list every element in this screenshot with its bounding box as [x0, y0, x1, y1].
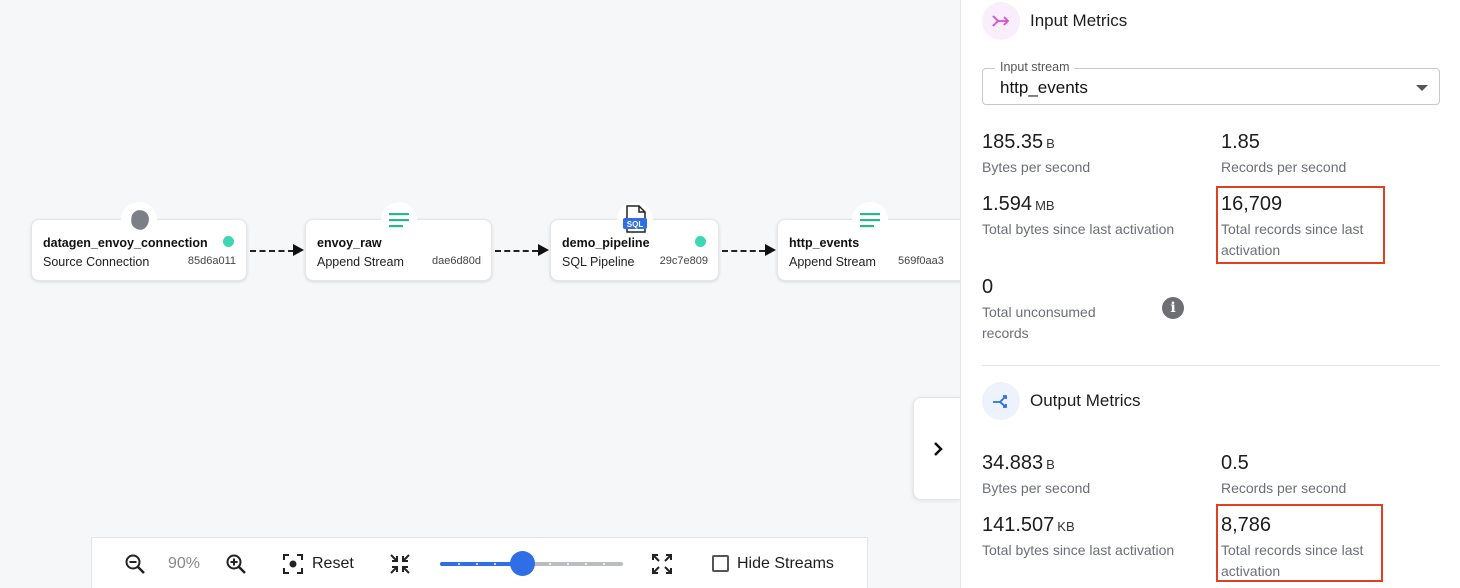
metric-value: 185.35 [982, 131, 1044, 153]
metric-unit: KB [1057, 519, 1075, 534]
metric-label: Records per second [1221, 480, 1347, 496]
hide-streams-toggle[interactable]: Hide Streams [712, 538, 834, 588]
input-stream-select[interactable]: Input stream http_events [982, 60, 1440, 105]
zoom-in-icon [226, 554, 246, 574]
arrow-head-icon [293, 244, 304, 256]
slider-tick [494, 563, 496, 565]
zoom-out-icon [125, 554, 145, 574]
expand-arrows-icon [652, 553, 672, 574]
node-title: demo_pipeline [562, 236, 650, 250]
input-stream-value: http_events [1000, 78, 1088, 97]
node-http-events[interactable]: http_events Append Stream 569f0aa3 [777, 202, 977, 281]
node-type: Append Stream [789, 255, 876, 269]
metric-value: 34.883 [982, 452, 1044, 474]
edge-dashed [250, 250, 294, 252]
node-type: Append Stream [317, 255, 404, 269]
slider-tick [603, 563, 605, 565]
metric-value: 0.5 [1221, 452, 1249, 474]
node-type: SQL Pipeline [562, 255, 635, 269]
slider-tick [585, 563, 587, 565]
node-title: datagen_envoy_connection [43, 236, 208, 250]
input-stream-label: Input stream [995, 60, 1075, 74]
output-total-bytes: 141.507 KB Total bytes since last activat… [982, 514, 1174, 561]
input-total-bytes: 1.594 MB Total bytes since last activatio… [982, 193, 1174, 240]
output-metrics-icon [982, 382, 1020, 420]
metric-label: Total bytes since last activation [982, 221, 1175, 237]
metric-value: 141.507 [982, 514, 1055, 536]
node-title: http_events [789, 236, 860, 250]
hide-streams-checkbox[interactable] [712, 555, 729, 572]
edge-dashed [495, 250, 538, 252]
metric-label: Total bytes since last activation [982, 542, 1175, 558]
node-id: dae6d80d [432, 255, 481, 267]
output-records-per-second: 0.5 Records per second [1221, 452, 1346, 499]
node-id: 569f0aa3 [898, 255, 944, 267]
info-icon[interactable]: i [1162, 297, 1184, 319]
slider-tick [458, 563, 460, 565]
highlight-box [1216, 504, 1383, 582]
hide-streams-label: Hide Streams [737, 554, 834, 572]
metrics-panel: Input Metrics Input stream http_events 1… [960, 0, 1460, 588]
slider-tick [549, 563, 551, 565]
input-bytes-per-second: 185.35 B Bytes per second [982, 131, 1090, 178]
input-metrics-header: Input Metrics [982, 2, 1127, 40]
metric-label: Records per second [1221, 159, 1347, 175]
zoom-out-button[interactable] [124, 538, 146, 588]
slider-thumb[interactable] [510, 551, 535, 576]
metric-value: 1.594 [982, 193, 1033, 215]
panel-collapse-button[interactable] [913, 397, 961, 500]
node-id: 85d6a011 [187, 255, 236, 267]
collapse-arrows-icon [390, 553, 410, 574]
reset-label: Reset [312, 554, 354, 572]
output-metrics-title: Output Metrics [1030, 391, 1141, 410]
node-id: 29c7e809 [659, 255, 708, 267]
zoom-in-button[interactable] [225, 538, 247, 588]
stream-icon [852, 202, 888, 238]
section-divider [982, 365, 1440, 366]
input-unconsumed-records: 0 Total unconsumed records [982, 276, 1142, 344]
status-dot [223, 236, 234, 247]
arrow-head-icon [538, 244, 549, 256]
reset-button[interactable]: Reset [282, 538, 354, 588]
slider-tick [476, 563, 478, 565]
edge-dashed [722, 250, 765, 252]
zoom-level: 90% [168, 554, 201, 572]
metric-unit: MB [1035, 198, 1055, 213]
caret-down-icon [1416, 85, 1428, 91]
sql-badge-text: SQL [626, 220, 643, 229]
input-records-per-second: 1.85 Records per second [1221, 131, 1346, 178]
stream-icon [380, 202, 417, 238]
status-dot [695, 236, 706, 247]
metric-value: 1.85 [1221, 131, 1260, 153]
input-metrics-title: Input Metrics [1030, 11, 1128, 30]
metric-value: 0 [982, 276, 994, 298]
node-demo-pipeline[interactable]: SQL demo_pipeline SQL Pipeline 29c7e809 [550, 202, 719, 281]
node-title: envoy_raw [317, 236, 382, 250]
metric-label: Total unconsumed records [982, 304, 1096, 341]
slider-tick [567, 563, 569, 565]
input-metrics-icon [982, 2, 1020, 40]
node-envoy-raw[interactable]: envoy_raw Append Stream dae6d80d [305, 202, 492, 281]
collapse-view-button[interactable] [388, 538, 412, 588]
metric-label: Bytes per second [982, 159, 1091, 175]
output-metrics-header: Output Metrics [982, 382, 1141, 420]
source-icon [121, 202, 157, 238]
output-bytes-per-second: 34.883 B Bytes per second [982, 452, 1090, 499]
metric-label: Bytes per second [982, 480, 1091, 496]
sql-file-icon: SQL [616, 202, 653, 238]
canvas-toolbar: 90% Reset Hide Streams [91, 537, 868, 588]
arrow-head-icon [765, 244, 776, 256]
node-type: Source Connection [43, 255, 150, 269]
chevron-right-icon [933, 441, 943, 456]
metric-unit: B [1046, 457, 1055, 472]
focus-icon [283, 553, 303, 574]
pipeline-canvas[interactable]: datagen_envoy_connection Source Connecti… [0, 0, 977, 588]
metric-unit: B [1046, 136, 1055, 151]
node-datagen-envoy-connection[interactable]: datagen_envoy_connection Source Connecti… [31, 202, 247, 281]
expand-view-button[interactable] [650, 538, 674, 588]
highlight-box [1216, 186, 1385, 264]
